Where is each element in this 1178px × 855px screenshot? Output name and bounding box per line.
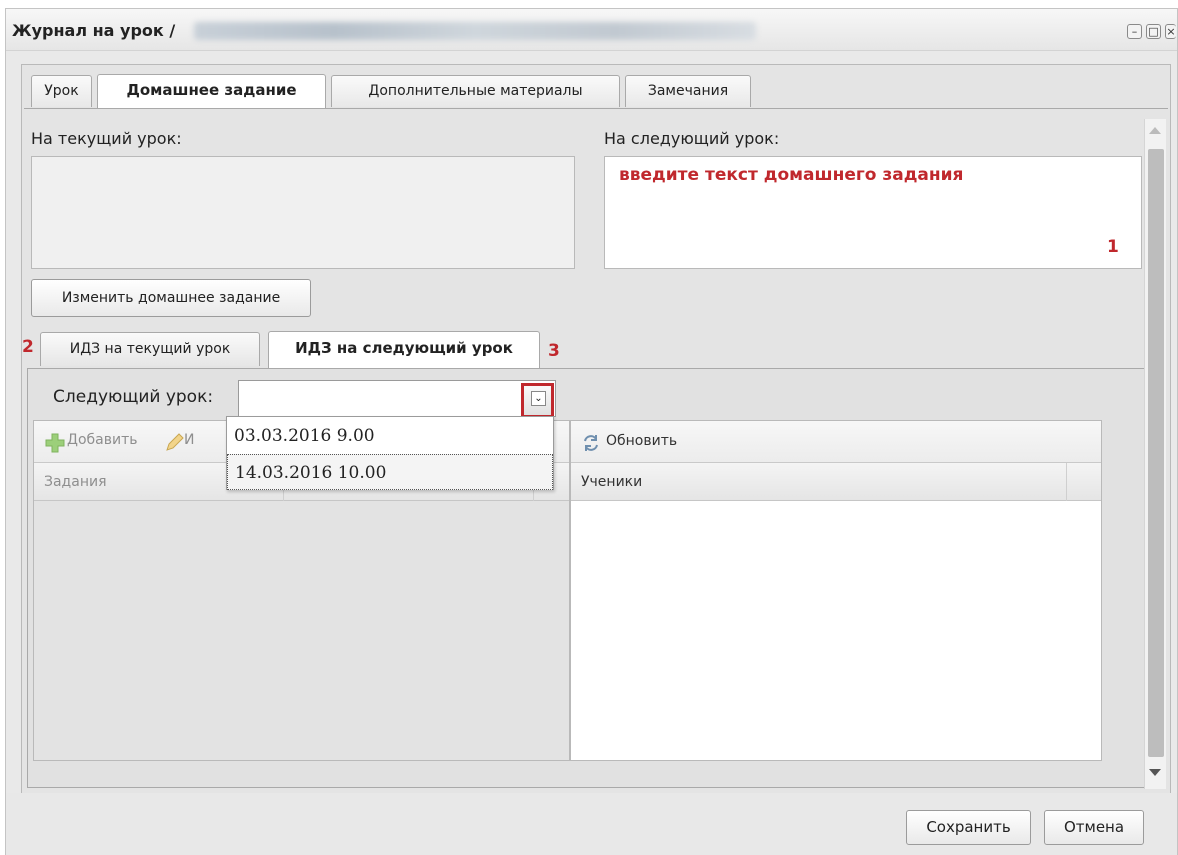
students-toolbar: Обновить — [571, 421, 1101, 463]
edit-task-button[interactable]: И — [184, 432, 194, 448]
current-lesson-label: На текущий урок: — [31, 129, 182, 148]
scroll-down-icon[interactable] — [1149, 769, 1161, 776]
tab-individual-next[interactable]: ИДЗ на следующий урок — [268, 331, 540, 368]
cancel-button[interactable]: Отмена — [1044, 810, 1144, 845]
tab-remarks[interactable]: Замечания — [625, 75, 751, 107]
scroll-up-icon[interactable] — [1149, 127, 1161, 134]
close-button[interactable]: × — [1165, 24, 1176, 39]
maximize-button[interactable]: □ — [1146, 24, 1161, 39]
annotation-marker-1: 1 — [1107, 237, 1119, 257]
annotation-marker-2: 2 — [22, 337, 34, 357]
chevron-down-icon: ⌄ — [531, 391, 546, 406]
dropdown-option-selected[interactable]: 14.03.2016 10.00 — [227, 454, 553, 490]
minimize-button[interactable]: – — [1127, 24, 1142, 39]
tab-individual-current[interactable]: ИДЗ на текущий урок — [40, 332, 260, 366]
column-students[interactable]: Ученики — [571, 463, 1067, 501]
dropdown-option[interactable]: 03.03.2016 9.00 — [227, 418, 553, 454]
annotation-marker-3: 3 — [548, 341, 560, 361]
next-lesson-dropdown-list: 03.03.2016 9.00 14.03.2016 10.00 — [226, 416, 554, 490]
tab-lesson[interactable]: Урок — [31, 75, 92, 107]
dialog-window: Журнал на урок / – □ × Урок Домашнее зад… — [5, 8, 1178, 855]
save-button[interactable]: Сохранить — [906, 810, 1031, 845]
students-column-header: Ученики — [571, 463, 1101, 501]
next-homework-text: введите текст домашнего задания — [619, 165, 964, 185]
redacted-title-text — [194, 22, 756, 40]
add-task-button[interactable]: Добавить — [67, 432, 137, 448]
tab-additional-materials[interactable]: Дополнительные материалы — [331, 75, 620, 107]
students-grid: Обновить Ученики — [570, 420, 1102, 761]
next-homework-textarea[interactable]: введите текст домашнего задания 1 — [604, 156, 1142, 269]
refresh-icon — [581, 433, 601, 453]
refresh-button[interactable]: Обновить — [606, 433, 677, 449]
next-lesson-homework-label: На следующий урок: — [604, 129, 780, 148]
pencil-icon — [164, 431, 184, 453]
vertical-scrollbar[interactable] — [1144, 119, 1166, 789]
dropdown-trigger-button[interactable]: ⌄ — [521, 383, 554, 418]
tab-strip-border — [24, 108, 1168, 109]
dialog-footer: Сохранить Отмена — [6, 793, 1177, 855]
next-lesson-label: Следующий урок: — [53, 387, 214, 407]
plus-icon — [44, 432, 66, 454]
next-lesson-combobox[interactable] — [238, 380, 556, 417]
current-homework-textarea[interactable] — [31, 156, 575, 269]
tab-homework[interactable]: Домашнее задание — [97, 74, 326, 109]
window-title: Журнал на урок / — [12, 21, 176, 40]
scrollbar-thumb[interactable] — [1148, 149, 1164, 757]
title-bar[interactable]: Журнал на урок / – □ × — [6, 9, 1177, 51]
edit-homework-button[interactable]: Изменить домашнее задание — [31, 279, 311, 317]
individual-homework-panel: Следующий урок: ⌄ Добавить И Задания Обн… — [27, 368, 1147, 788]
main-panel: Урок Домашнее задание Дополнительные мат… — [21, 64, 1171, 794]
